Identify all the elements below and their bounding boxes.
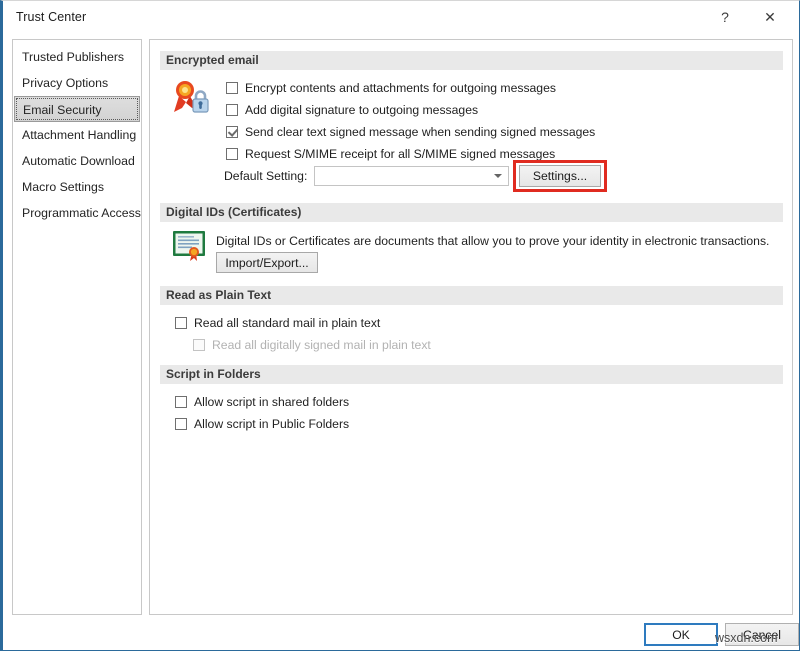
section-header-digital-ids: Digital IDs (Certificates) [160, 203, 783, 222]
checkbox-label-read-standard-mail-plain: Read all standard mail in plain text [194, 316, 381, 330]
settings-button-label: Settings... [532, 169, 588, 183]
window-title: Trust Center [16, 10, 87, 24]
certificate-lock-icon [170, 76, 212, 121]
checkbox-row-allow-script-public[interactable]: Allow script in Public Folders [175, 415, 349, 433]
section-header-script-in-folders: Script in Folders [160, 365, 783, 384]
checkbox-add-digital-signature[interactable] [226, 104, 238, 116]
help-button[interactable]: ? [704, 1, 746, 32]
import-export-button[interactable]: Import/Export... [216, 252, 318, 273]
checkbox-row-encrypt-contents[interactable]: Encrypt contents and attachments for out… [226, 79, 556, 97]
sidebar-item-privacy-options[interactable]: Privacy Options [13, 70, 141, 96]
settings-panel: Encrypted email Encrypt contents and att… [149, 39, 793, 615]
sidebar-item-macro-settings[interactable]: Macro Settings [13, 174, 141, 200]
certificate-document-icon [172, 230, 208, 265]
checkbox-label-allow-script-public: Allow script in Public Folders [194, 417, 350, 431]
checkbox-allow-script-public[interactable] [175, 418, 187, 430]
sidebar-item-attachment-handling[interactable]: Attachment Handling [13, 122, 141, 148]
checkbox-row-add-digital-signature[interactable]: Add digital signature to outgoing messag… [226, 101, 478, 119]
sidebar-item-automatic-download[interactable]: Automatic Download [13, 148, 141, 174]
checkbox-encrypt-contents[interactable] [226, 82, 238, 94]
checkbox-request-smime-receipt[interactable] [226, 148, 238, 160]
default-setting-dropdown[interactable] [314, 166, 509, 186]
sidebar-item-email-security[interactable]: Email Security [14, 96, 140, 122]
section-header-read-as-plain-text: Read as Plain Text [160, 286, 783, 305]
checkbox-row-read-standard-mail-plain[interactable]: Read all standard mail in plain text [175, 314, 380, 332]
ok-button[interactable]: OK [644, 623, 718, 646]
settings-button[interactable]: Settings... [519, 165, 601, 187]
cancel-button-label: Cancel [743, 627, 781, 642]
checkbox-row-request-smime-receipt[interactable]: Request S/MIME receipt for all S/MIME si… [226, 145, 555, 163]
checkbox-row-allow-script-shared[interactable]: Allow script in shared folders [175, 393, 349, 411]
checkbox-send-clear-text[interactable] [226, 126, 238, 138]
checkbox-label-read-signed-mail-plain: Read all digitally signed mail in plain … [212, 338, 431, 352]
cancel-button[interactable]: Cancel [725, 623, 799, 646]
section-header-encrypted-email: Encrypted email [160, 51, 783, 70]
sidebar: Trusted Publishers Privacy Options Email… [12, 39, 142, 615]
close-icon: ✕ [764, 8, 776, 25]
checkbox-read-standard-mail-plain[interactable] [175, 317, 187, 329]
chevron-down-icon [494, 174, 502, 178]
question-mark-icon: ? [721, 8, 729, 25]
trust-center-dialog: Trust Center ? ✕ Trusted Publishers Priv… [0, 0, 800, 651]
sidebar-item-programmatic-access[interactable]: Programmatic Access [13, 200, 141, 226]
ok-button-label: OK [672, 627, 690, 642]
title-bar: Trust Center ? ✕ [3, 1, 799, 35]
checkbox-read-signed-mail-plain [193, 339, 205, 351]
checkbox-label-allow-script-shared: Allow script in shared folders [194, 395, 350, 409]
checkbox-label-add-digital-signature: Add digital signature to outgoing messag… [245, 103, 479, 117]
import-export-button-label: Import/Export... [225, 255, 309, 270]
checkbox-allow-script-shared[interactable] [175, 396, 187, 408]
sidebar-item-trusted-publishers[interactable]: Trusted Publishers [13, 44, 141, 70]
checkbox-label-send-clear-text: Send clear text signed message when send… [245, 125, 596, 139]
checkbox-label-encrypt-contents: Encrypt contents and attachments for out… [245, 81, 556, 95]
checkbox-row-send-clear-text[interactable]: Send clear text signed message when send… [226, 123, 595, 141]
default-setting-label: Default Setting: [224, 169, 308, 183]
digital-ids-description: Digital IDs or Certificates are document… [216, 234, 770, 248]
checkbox-label-request-smime-receipt: Request S/MIME receipt for all S/MIME si… [245, 147, 556, 161]
close-button[interactable]: ✕ [749, 1, 791, 32]
checkbox-row-read-signed-mail-plain: Read all digitally signed mail in plain … [193, 336, 431, 354]
